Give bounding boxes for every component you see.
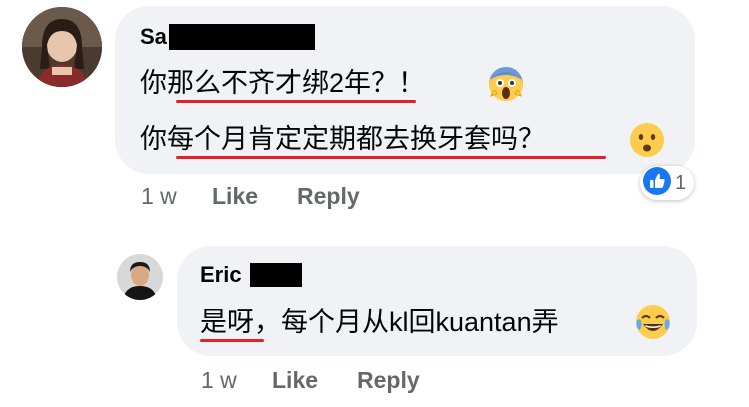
comment-timestamp[interactable]: 1 w bbox=[141, 183, 177, 209]
redaction-block bbox=[249, 263, 302, 287]
reply-reply-button[interactable]: Reply bbox=[357, 367, 420, 393]
reaction-count: 1 bbox=[675, 171, 687, 194]
commenter-name-text: Sa bbox=[140, 24, 167, 49]
comment-line-2: 你每个月肯定定期都去换牙套吗？ bbox=[140, 124, 545, 154]
face-screaming-in-fear-icon bbox=[488, 66, 524, 107]
frowning-face-icon bbox=[629, 122, 665, 163]
reply-text: 是呀，每个月从kl回kuantan弄 bbox=[200, 307, 559, 337]
reply-like-button[interactable]: Like bbox=[272, 367, 318, 393]
reply-author-text: Eric bbox=[200, 262, 242, 287]
commenter-avatar[interactable] bbox=[22, 7, 102, 87]
reply-avatar[interactable] bbox=[117, 254, 163, 300]
face-with-tears-of-joy-icon bbox=[635, 304, 671, 345]
commenter-name[interactable]: Sa bbox=[140, 24, 315, 50]
reaction-count-badge[interactable]: 1 bbox=[640, 166, 695, 200]
comment-like-button[interactable]: Like bbox=[212, 183, 258, 209]
redaction-block bbox=[168, 24, 315, 50]
comment-line-2-underline bbox=[176, 156, 606, 159]
woman-photo-icon bbox=[22, 7, 102, 87]
reply-text-underline bbox=[200, 339, 264, 342]
thumbs-up-icon bbox=[643, 166, 671, 200]
reply-author-name[interactable]: Eric bbox=[200, 263, 302, 287]
comment-line-1: 你那么不齐才绑2年？！ bbox=[140, 68, 426, 98]
comment-line-1-underline bbox=[176, 100, 416, 103]
comment-reply-button[interactable]: Reply bbox=[297, 183, 360, 209]
reply-timestamp[interactable]: 1 w bbox=[201, 367, 237, 393]
man-photo-icon bbox=[117, 254, 163, 300]
